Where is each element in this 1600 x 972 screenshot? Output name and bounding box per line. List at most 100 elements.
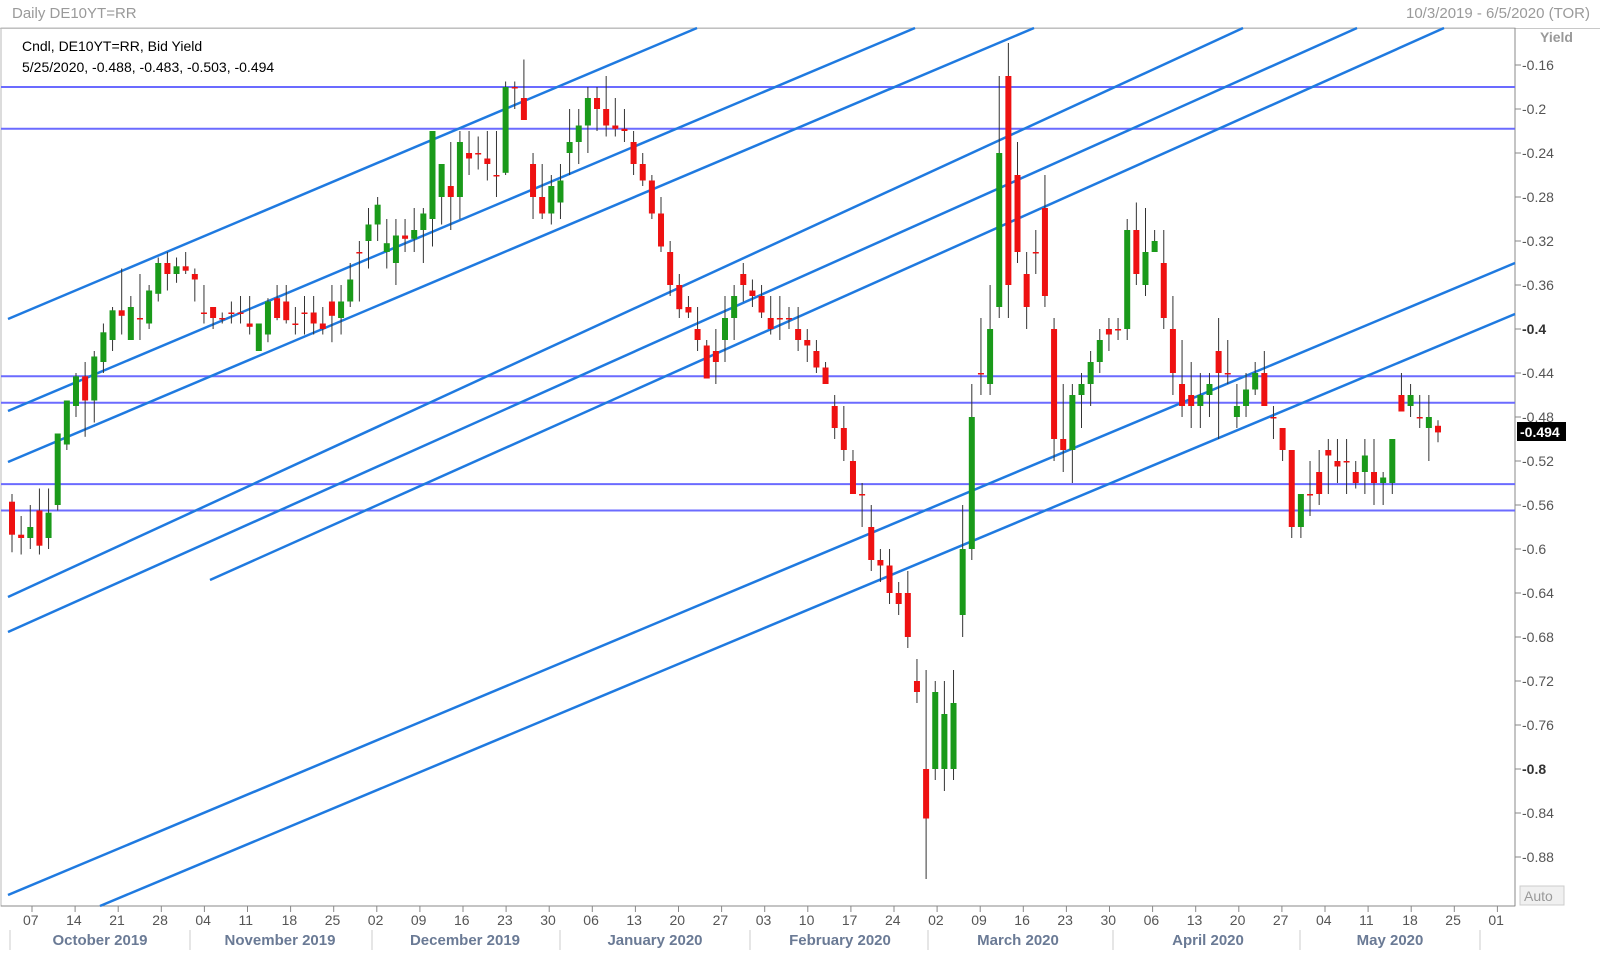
candle: [1435, 420, 1441, 443]
candle-body: [36, 510, 43, 546]
x-tick-label: 04: [195, 912, 211, 928]
candle-body: [1407, 395, 1414, 406]
x-tick-label: 09: [411, 912, 427, 928]
candle-body: [310, 312, 317, 324]
candle-body: [319, 323, 326, 329]
candle: [200, 285, 207, 324]
candle-body: [621, 128, 628, 131]
candle-body: [155, 263, 162, 294]
plot-border: [0, 27, 1516, 907]
candle: [82, 362, 89, 437]
y-tick-label: -0.4: [1522, 321, 1546, 337]
candle: [173, 257, 180, 283]
candle: [27, 505, 34, 549]
y-tick-label: -0.6: [1522, 541, 1546, 557]
candle: [767, 296, 774, 335]
candle: [1115, 318, 1122, 340]
candle-body: [859, 494, 866, 496]
candle: [1069, 384, 1076, 483]
candles: [9, 43, 1441, 879]
candle: [127, 296, 134, 340]
candle-body: [210, 307, 217, 318]
x-tick-label: 25: [325, 912, 341, 928]
candle: [776, 296, 783, 340]
candle: [1005, 43, 1012, 318]
candle: [1297, 494, 1304, 538]
candle: [859, 483, 866, 527]
candle-body: [1014, 175, 1021, 252]
candle: [338, 285, 345, 335]
candle-body: [913, 681, 920, 692]
candle: [1288, 450, 1295, 538]
candle-body: [301, 312, 308, 314]
candle: [1023, 252, 1030, 329]
x-tick-label: 20: [670, 912, 686, 928]
candle: [1142, 208, 1149, 296]
candle: [822, 362, 829, 384]
candle-body: [1389, 439, 1396, 483]
candle-body: [987, 329, 994, 384]
candle-body: [237, 312, 244, 314]
candle: [164, 252, 171, 291]
candle: [18, 516, 25, 555]
month-label: February 2020: [789, 932, 891, 949]
candlestick-chart[interactable]: -0.16 -0.2 -0.24 -0.28 -0.32 -0.36 -0.4 -0.44 -0…: [0, 0, 1600, 972]
candle-body: [1060, 439, 1067, 450]
trend-line: [209, 26, 1445, 582]
candle-body: [1435, 425, 1441, 433]
candle-body: [731, 296, 738, 318]
candle-body: [146, 290, 153, 324]
candle-body: [676, 285, 683, 310]
candle-body: [18, 534, 25, 538]
candle-body: [1279, 428, 1286, 450]
candle-body: [392, 235, 399, 263]
candle-body: [1243, 389, 1250, 406]
candle-body: [849, 461, 856, 494]
candle: [63, 400, 70, 450]
candle-body: [466, 153, 473, 159]
candle-body: [1160, 263, 1167, 318]
candle-body: [996, 153, 1003, 307]
candle: [264, 298, 271, 343]
x-tick-label: 27: [713, 912, 729, 928]
y-tick-label: -0.32: [1522, 233, 1554, 249]
candle-body: [959, 549, 966, 615]
x-tick-label: 17: [842, 912, 858, 928]
candle: [36, 488, 43, 555]
candle: [191, 268, 198, 302]
candle-body: [420, 213, 427, 230]
trend-line: [7, 26, 1358, 634]
candle-body: [877, 560, 884, 566]
candle: [1279, 428, 1286, 461]
candle-body: [1179, 384, 1186, 406]
x-tick-label: 07: [23, 912, 39, 928]
month-label: November 2019: [225, 932, 336, 949]
candle: [411, 208, 418, 252]
candle: [895, 582, 902, 615]
candle-body: [776, 318, 783, 320]
candle-body: [977, 373, 984, 375]
candle: [1078, 373, 1085, 428]
candle: [328, 285, 335, 343]
candle-body: [365, 224, 372, 241]
candle: [667, 241, 674, 296]
candle: [274, 285, 281, 321]
candle: [795, 307, 802, 351]
candle-body: [173, 266, 180, 274]
candle: [923, 670, 930, 879]
x-tick-label: 02: [368, 912, 384, 928]
candle: [484, 131, 491, 181]
x-tick-label: 03: [756, 912, 772, 928]
candle: [283, 285, 290, 324]
auto-scale-button[interactable]: Auto: [1519, 885, 1565, 906]
y-tick-label: -0.64: [1522, 585, 1554, 601]
candle-body: [255, 323, 262, 351]
candle-body: [127, 307, 134, 340]
candle: [840, 406, 847, 461]
candle-body: [1297, 494, 1304, 527]
candle-body: [530, 164, 537, 197]
candle: [374, 197, 381, 241]
candle-body: [1371, 472, 1378, 483]
candle-body: [630, 142, 637, 164]
candle: [1233, 384, 1240, 428]
